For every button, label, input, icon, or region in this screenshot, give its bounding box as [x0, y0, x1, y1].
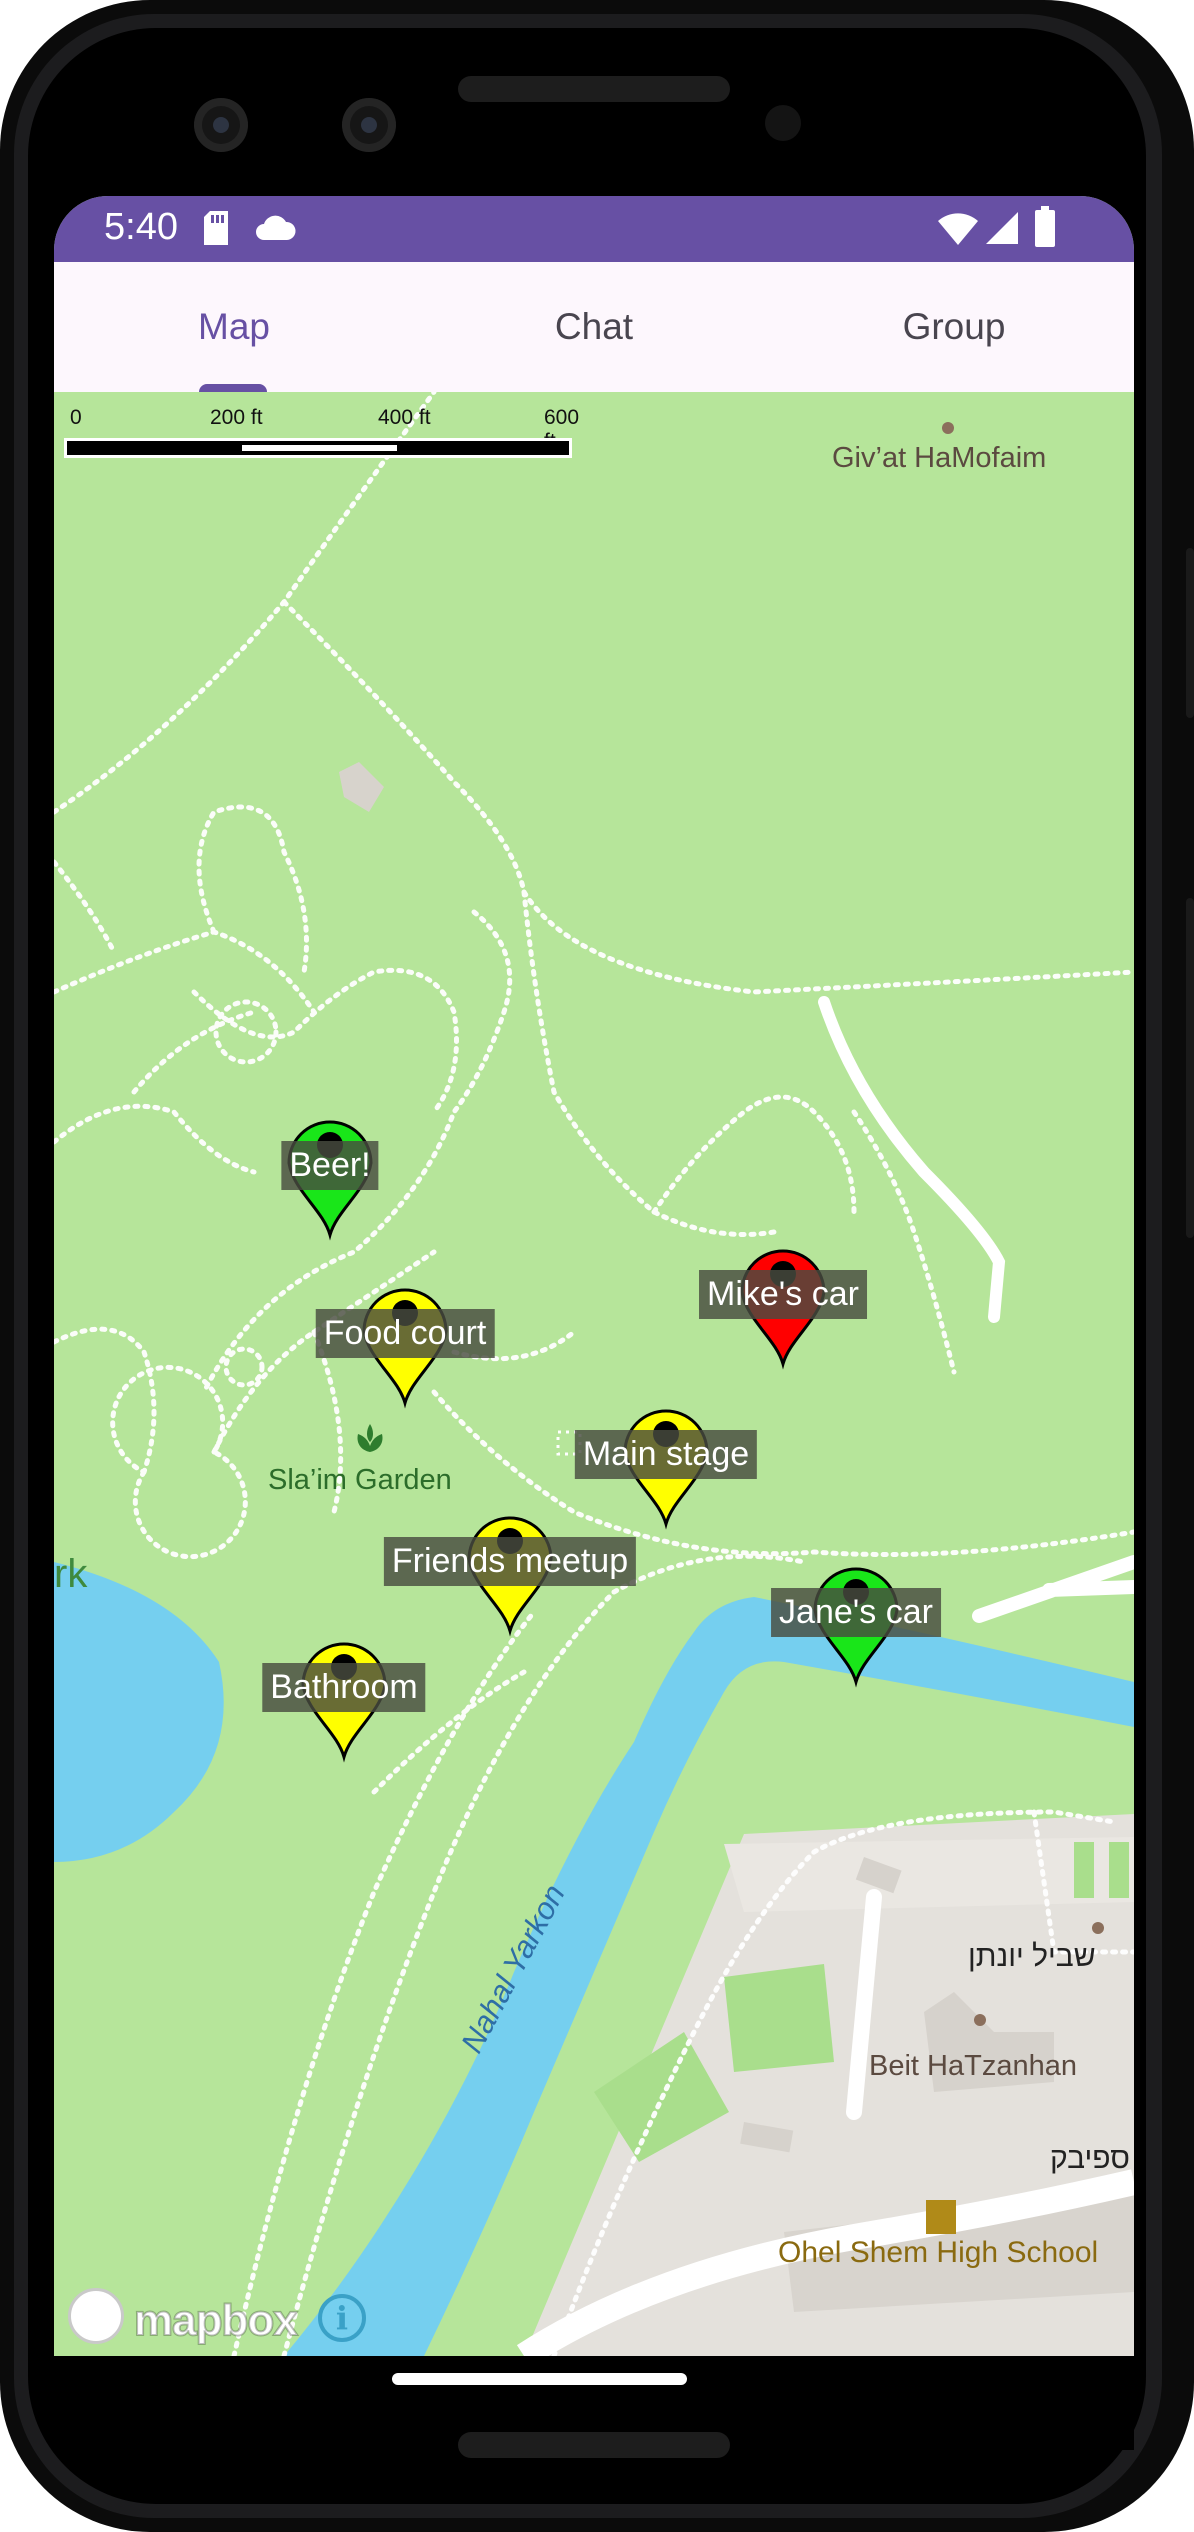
street-label: שביל יונתן [968, 1940, 1096, 1973]
marker-label: Beer! [281, 1141, 379, 1190]
proximity-sensor [765, 105, 801, 141]
home-indicator[interactable] [392, 2373, 687, 2385]
marker-label: Food court [315, 1309, 495, 1358]
tab-group-label: Group [902, 306, 1006, 347]
place-label-school: Ohel Shem High School [778, 2236, 1099, 2269]
tab-chat-label: Chat [554, 306, 634, 347]
battery-icon [1035, 206, 1055, 247]
scale-bar [64, 438, 572, 458]
map-marker-beer[interactable]: Beer! [281, 1105, 379, 1245]
signal-icon [986, 212, 1018, 244]
map-view[interactable]: 0 200 ft 400 ft 600 ft Giv’at HaMofaim S… [54, 392, 1134, 2356]
marker-label: Mike's car [699, 1270, 867, 1319]
place-label-hebrew: ספיבק [1050, 2142, 1130, 2175]
map-marker-bathroom[interactable]: Bathroom [262, 1627, 426, 1767]
info-icon: i [335, 2299, 349, 2337]
tab-bar: Map Chat Group [54, 262, 1134, 395]
active-tab-indicator [199, 384, 267, 392]
tab-group[interactable]: Group [774, 262, 1134, 392]
power-button [1186, 548, 1194, 718]
scale-label: 0 [70, 406, 82, 429]
attribution-info-button[interactable]: i [318, 2294, 366, 2342]
scale-bar-segment [242, 445, 397, 451]
place-dot [1092, 1922, 1104, 1934]
map-marker-main-stage[interactable]: Main stage [574, 1394, 758, 1534]
tab-chat[interactable]: Chat [414, 262, 774, 392]
volume-button [1186, 898, 1194, 1238]
cloud-icon [256, 215, 296, 240]
marker-label: Main stage [574, 1430, 758, 1479]
marker-label: Bathroom [262, 1663, 426, 1712]
scale-label: 200 ft [210, 406, 263, 429]
marker-label: Friends meetup [383, 1537, 637, 1586]
place-label-givat: Giv’at HaMofaim [832, 442, 1047, 474]
marker-label: Jane's car [771, 1588, 941, 1637]
map-scale-bar: 0 200 ft 400 ft 600 ft [64, 406, 579, 470]
app-screen: 5:40 Map Chat Group 0 200 ft 400 ft 600 … [54, 196, 1134, 2356]
status-time: 5:40 [104, 206, 178, 248]
sd-card-icon [204, 211, 228, 245]
place-label-garden: Sla’im Garden [268, 1464, 452, 1496]
map-marker-janes-car[interactable]: Jane's car [771, 1552, 941, 1692]
tab-map-label: Map [198, 306, 270, 347]
earpiece-speaker [458, 76, 730, 102]
wifi-icon [938, 213, 978, 245]
front-camera-icon [194, 98, 248, 152]
place-label-beit: Beit HaTzanhan [869, 2050, 1077, 2082]
scale-label: 400 ft [378, 406, 431, 429]
place-label-park: rk [54, 1552, 88, 1596]
garden-icon [357, 1424, 383, 1452]
place-dot [942, 422, 954, 434]
tab-map[interactable]: Map [54, 262, 414, 392]
mapbox-wordmark: mapbox [133, 2295, 299, 2346]
mapbox-icon [68, 2288, 124, 2344]
map-marker-mikes-car[interactable]: Mike's car [699, 1234, 867, 1374]
bottom-speaker [458, 2432, 730, 2458]
map-marker-friends-meetup[interactable]: Friends meetup [383, 1501, 637, 1641]
front-camera-icon [342, 98, 396, 152]
status-bar: 5:40 [54, 196, 1134, 262]
place-dot [974, 2014, 986, 2026]
mapbox-logo[interactable]: mapbox [68, 2288, 313, 2350]
map-marker-food-court[interactable]: Food court [315, 1273, 495, 1413]
